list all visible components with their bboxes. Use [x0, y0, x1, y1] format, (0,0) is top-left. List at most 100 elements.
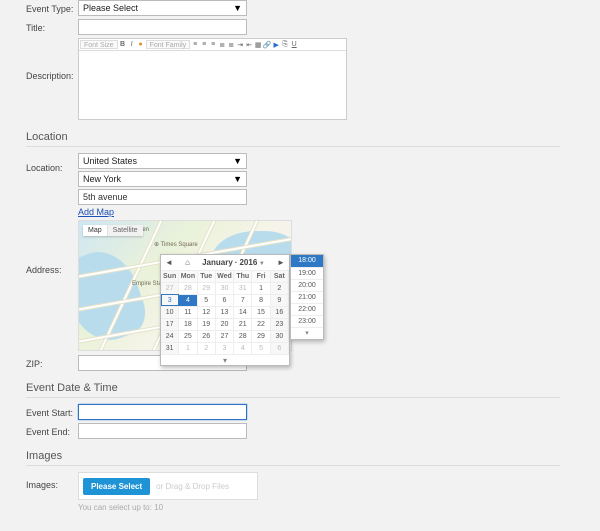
street-input[interactable]: [78, 189, 247, 205]
align-right-icon[interactable]: ≡: [209, 41, 217, 49]
calendar-day[interactable]: 20: [216, 318, 234, 330]
calendar-day[interactable]: 3: [161, 294, 179, 306]
country-select[interactable]: United States ▼: [78, 153, 247, 169]
title-input[interactable]: [78, 19, 247, 35]
outdent-icon[interactable]: ⇤: [245, 41, 253, 49]
calendar-day[interactable]: 6: [271, 342, 289, 354]
indent-icon[interactable]: ⇥: [236, 41, 244, 49]
images-label: Images:: [26, 472, 78, 490]
calendar-day[interactable]: 9: [271, 294, 289, 306]
calendar-day[interactable]: 4: [179, 294, 197, 306]
home-icon[interactable]: ⌂: [185, 258, 190, 267]
calendar-day[interactable]: 22: [252, 318, 270, 330]
prev-month-icon[interactable]: ◄: [165, 258, 173, 267]
calendar-day[interactable]: 6: [216, 294, 234, 306]
time-option[interactable]: 19:00: [291, 267, 323, 279]
time-scroll-down-icon[interactable]: ▾: [291, 327, 323, 339]
event-end-input[interactable]: [78, 423, 247, 439]
calendar-day[interactable]: 7: [234, 294, 252, 306]
image-icon[interactable]: ▦: [254, 41, 262, 49]
bold-icon[interactable]: B: [119, 41, 127, 49]
calendar-day[interactable]: 29: [198, 282, 216, 294]
map-type-toggle[interactable]: Map Satellite: [83, 225, 143, 236]
calendar-day[interactable]: 31: [161, 342, 179, 354]
calendar-day[interactable]: 15: [252, 306, 270, 318]
calendar-day[interactable]: 1: [252, 282, 270, 294]
calendar-day[interactable]: 19: [198, 318, 216, 330]
event-end-label: Event End:: [26, 423, 78, 437]
calendar-day[interactable]: 17: [161, 318, 179, 330]
source-icon[interactable]: ⎘: [281, 41, 289, 49]
images-section-title: Images: [26, 445, 560, 466]
time-option[interactable]: 20:00: [291, 279, 323, 291]
next-month-icon[interactable]: ►: [277, 258, 285, 267]
list-ol-icon[interactable]: ≣: [227, 41, 235, 49]
calendar-day[interactable]: 1: [179, 342, 197, 354]
state-select[interactable]: New York ▼: [78, 171, 247, 187]
calendar-day[interactable]: 5: [198, 294, 216, 306]
calendar-day[interactable]: 2: [271, 282, 289, 294]
event-start-input[interactable]: [78, 404, 247, 420]
italic-icon[interactable]: I: [128, 41, 136, 49]
calendar-day[interactable]: 29: [252, 330, 270, 342]
underline-icon[interactable]: U: [290, 41, 298, 49]
time-option[interactable]: 18:00: [291, 255, 323, 267]
map-type-satellite[interactable]: Satellite: [107, 225, 143, 236]
day-header: Fri: [252, 270, 270, 282]
color-icon[interactable]: ●: [137, 41, 145, 49]
calendar-day[interactable]: 5: [252, 342, 270, 354]
map-type-map[interactable]: Map: [83, 225, 107, 236]
calendar-day[interactable]: 28: [234, 330, 252, 342]
align-left-icon[interactable]: ≡: [191, 41, 199, 49]
calendar-day[interactable]: 2: [198, 342, 216, 354]
calendar-day[interactable]: 13: [216, 306, 234, 318]
month-select[interactable]: January: [202, 258, 233, 267]
calendar-day[interactable]: 11: [179, 306, 197, 318]
time-picker[interactable]: 18:0019:0020:0021:0022:0023:00▾: [290, 254, 324, 340]
media-icon[interactable]: ▶: [272, 41, 280, 49]
calendar-day[interactable]: 27: [161, 282, 179, 294]
calendar-day[interactable]: 4: [234, 342, 252, 354]
add-map-link[interactable]: Add Map: [78, 207, 247, 217]
link-icon[interactable]: 🔗: [263, 41, 271, 49]
calendar-day[interactable]: 3: [216, 342, 234, 354]
calendar-day[interactable]: 30: [271, 330, 289, 342]
calendar-day[interactable]: 24: [161, 330, 179, 342]
year-select[interactable]: 2016: [239, 258, 264, 267]
calendar-day[interactable]: 18: [179, 318, 197, 330]
calendar-day[interactable]: 16: [271, 306, 289, 318]
font-size-select[interactable]: Font Size: [80, 40, 118, 49]
align-center-icon[interactable]: ≡: [200, 41, 208, 49]
calendar-day[interactable]: 28: [179, 282, 197, 294]
calendar-day[interactable]: 31: [234, 282, 252, 294]
font-family-select[interactable]: Font Family: [146, 40, 191, 49]
calendar-day[interactable]: 27: [216, 330, 234, 342]
calendar-day[interactable]: 23: [271, 318, 289, 330]
calendar-day[interactable]: 12: [198, 306, 216, 318]
description-editor[interactable]: Font Size B I ● Font Family ≡ ≡ ≡ ≣ ≣ ⇥ …: [78, 38, 347, 120]
calendar-day[interactable]: 30: [216, 282, 234, 294]
chevron-down-icon: ▼: [233, 174, 242, 184]
day-header: Sun: [161, 270, 179, 282]
image-drop-area[interactable]: Please Select or Drag & Drop Files: [78, 472, 258, 500]
calendar-day[interactable]: 10: [161, 306, 179, 318]
description-label: Description:: [26, 38, 78, 81]
chevron-down-icon: ▼: [233, 3, 242, 13]
list-ul-icon[interactable]: ≣: [218, 41, 226, 49]
select-files-button[interactable]: Please Select: [83, 478, 150, 495]
event-type-select[interactable]: Please Select ▼: [78, 0, 247, 16]
editor-body[interactable]: [79, 51, 346, 119]
calendar-day[interactable]: 8: [252, 294, 270, 306]
date-picker[interactable]: ◄ ⌂ January · 2016 ► SunMonTueWedThuFriS…: [160, 254, 290, 366]
title-label: Title:: [26, 19, 78, 33]
time-option[interactable]: 23:00: [291, 315, 323, 327]
calendar-day[interactable]: 14: [234, 306, 252, 318]
calendar-day[interactable]: 25: [179, 330, 197, 342]
calendar-foot[interactable]: ▾: [161, 354, 289, 365]
drop-hint: or Drag & Drop Files: [156, 482, 229, 491]
time-option[interactable]: 21:00: [291, 291, 323, 303]
location-section-title: Location: [26, 126, 560, 147]
calendar-day[interactable]: 21: [234, 318, 252, 330]
calendar-day[interactable]: 26: [198, 330, 216, 342]
time-option[interactable]: 22:00: [291, 303, 323, 315]
